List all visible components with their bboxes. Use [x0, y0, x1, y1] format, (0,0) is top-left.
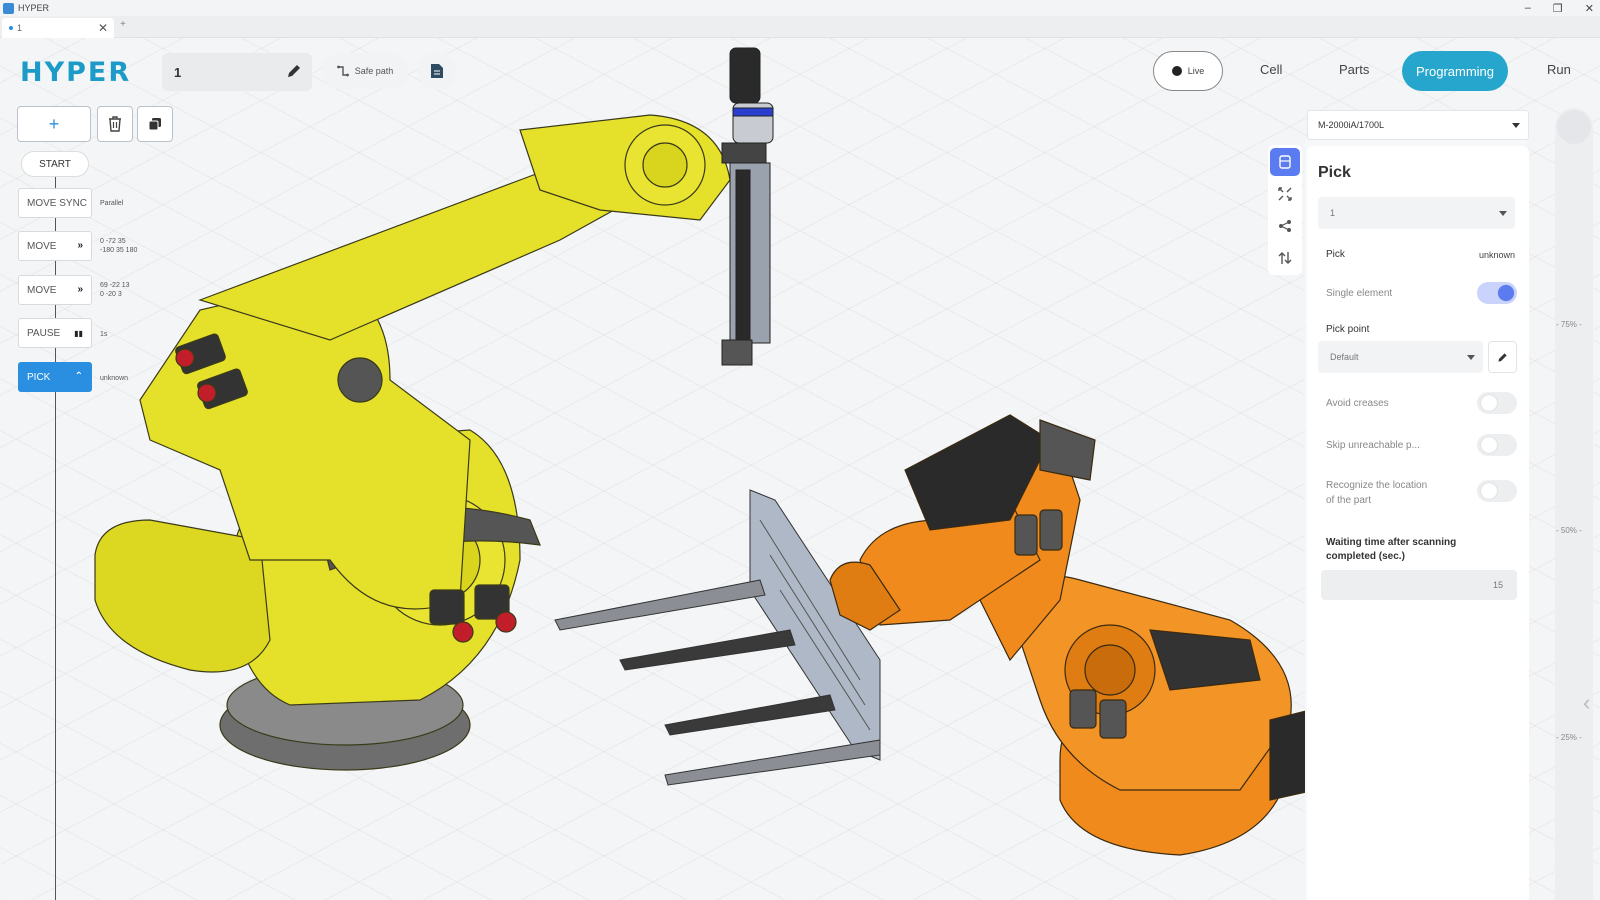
waiting-time-label: Waiting time after scanning completed (s… [1326, 537, 1457, 562]
pallet-fork[interactable] [554, 489, 881, 786]
waiting-time-input[interactable]: 15 [1321, 570, 1517, 600]
layers-tool-button[interactable] [1270, 148, 1300, 176]
safe-path-button[interactable]: Safe path [322, 53, 408, 89]
caret-down-icon [1512, 123, 1520, 128]
skip-unreachable-toggle[interactable] [1477, 434, 1517, 456]
edit-pencil-icon[interactable] [286, 63, 302, 79]
step-label: MOVE SYNC [27, 197, 88, 209]
expand-icon [1278, 187, 1292, 201]
double-chevron-icon: » [77, 240, 83, 251]
caret-down-icon [1467, 355, 1475, 360]
gripper-tool[interactable] [721, 47, 774, 366]
step-note: 0 -72 35 -180 35 180 [100, 238, 138, 254]
project-name-field[interactable]: 1 [162, 53, 312, 91]
pause-icon: ▮▮ [74, 329, 83, 338]
caret-down-icon [1499, 211, 1507, 216]
single-element-toggle[interactable] [1477, 282, 1517, 304]
copy-icon [148, 118, 161, 131]
recognize-location-toggle[interactable] [1477, 480, 1517, 502]
sort-arrows-icon [1278, 252, 1292, 264]
step-note: Parallel [100, 200, 124, 207]
step-move-sync[interactable]: MOVE SYNC [18, 188, 92, 218]
pick-point-select[interactable]: Default [1318, 341, 1483, 373]
step-label: PAUSE [27, 327, 61, 339]
document-icon [431, 64, 443, 78]
fit-view-tool-button[interactable] [1270, 180, 1300, 208]
step-pause[interactable]: PAUSE ▮▮ [18, 318, 92, 348]
nav-cell[interactable]: Cell [1260, 62, 1282, 77]
path-icon [336, 65, 349, 77]
robot-model-select[interactable]: M-2000iA/1700L [1307, 110, 1529, 140]
yellow-robot[interactable] [94, 114, 731, 771]
scale-label-50: - 50% - [1556, 526, 1582, 535]
pick-point-edit-button[interactable] [1488, 341, 1517, 373]
nav-parts[interactable]: Parts [1339, 62, 1369, 77]
scale-label-25: - 25% - [1556, 733, 1582, 742]
copy-step-button[interactable] [137, 106, 173, 142]
toggle-knob [1481, 483, 1497, 499]
share-icon [1279, 220, 1291, 232]
add-step-button[interactable]: + [17, 106, 91, 142]
nav-programming[interactable]: Programming [1402, 51, 1508, 91]
part-select[interactable]: 1 [1318, 197, 1515, 229]
pick-label: Pick [1326, 249, 1345, 260]
hyper-logo: HYPER [20, 57, 132, 88]
step-label: PICK [27, 371, 51, 383]
robot-model-value: M-2000iA/1700L [1318, 120, 1385, 130]
live-toggle-button[interactable]: Live [1153, 51, 1223, 91]
safe-path-label: Safe path [354, 66, 394, 76]
document-button[interactable] [418, 53, 456, 89]
zoom-scale-track[interactable] [1555, 108, 1593, 900]
orange-robot[interactable] [829, 414, 1316, 856]
delete-step-button[interactable] [97, 106, 133, 142]
share-tool-button[interactable] [1270, 212, 1300, 240]
database-icon [1279, 155, 1291, 169]
toggle-knob [1481, 437, 1497, 453]
zoom-scale-handle[interactable] [1557, 110, 1591, 144]
live-label: Live [1187, 66, 1205, 76]
avoid-creases-label: Avoid creases [1326, 398, 1389, 409]
view-tool-strip [1268, 145, 1302, 275]
toggle-knob [1481, 395, 1497, 411]
scale-label-75: - 75% - [1556, 320, 1582, 329]
pick-point-label: Pick point [1326, 324, 1370, 335]
double-chevron-icon: » [77, 284, 83, 295]
recognize-location-label: Recognize the location of the part [1326, 480, 1428, 506]
step-note: 1s [100, 331, 108, 338]
step-pick[interactable]: PICK ⌃ [18, 362, 92, 392]
avoid-creases-toggle[interactable] [1477, 392, 1517, 414]
pick-settings-panel: Pick 1 Pick unknown Single element Pick … [1307, 146, 1529, 900]
trash-icon [109, 116, 121, 132]
waiting-time-value: 15 [1492, 580, 1503, 590]
step-label: MOVE [27, 284, 57, 296]
chevron-left-icon[interactable]: ‹ [1583, 690, 1590, 716]
step-move-2[interactable]: MOVE » [18, 275, 92, 305]
step-label: MOVE [27, 240, 57, 252]
skip-unreachable-label: Skip unreachable p... [1326, 440, 1420, 451]
step-move-1[interactable]: MOVE » [18, 231, 92, 261]
single-element-label: Single element [1326, 288, 1393, 299]
project-name: 1 [174, 64, 182, 80]
nav-run[interactable]: Run [1547, 62, 1571, 77]
edit-pencil-icon [1498, 352, 1507, 362]
part-select-value: 1 [1330, 208, 1336, 218]
pick-value: unknown [1478, 250, 1515, 260]
sort-tool-button[interactable] [1270, 244, 1300, 272]
panel-title: Pick [1318, 164, 1351, 181]
step-note: 69 -22 13 0 -20 3 [100, 282, 130, 298]
start-node[interactable]: START [21, 151, 89, 177]
step-note: unknown [100, 375, 129, 382]
pick-point-value: Default [1330, 352, 1359, 362]
live-dot-icon [1171, 66, 1182, 76]
chevron-up-icon: ⌃ [74, 371, 83, 382]
toggle-knob [1498, 285, 1514, 301]
